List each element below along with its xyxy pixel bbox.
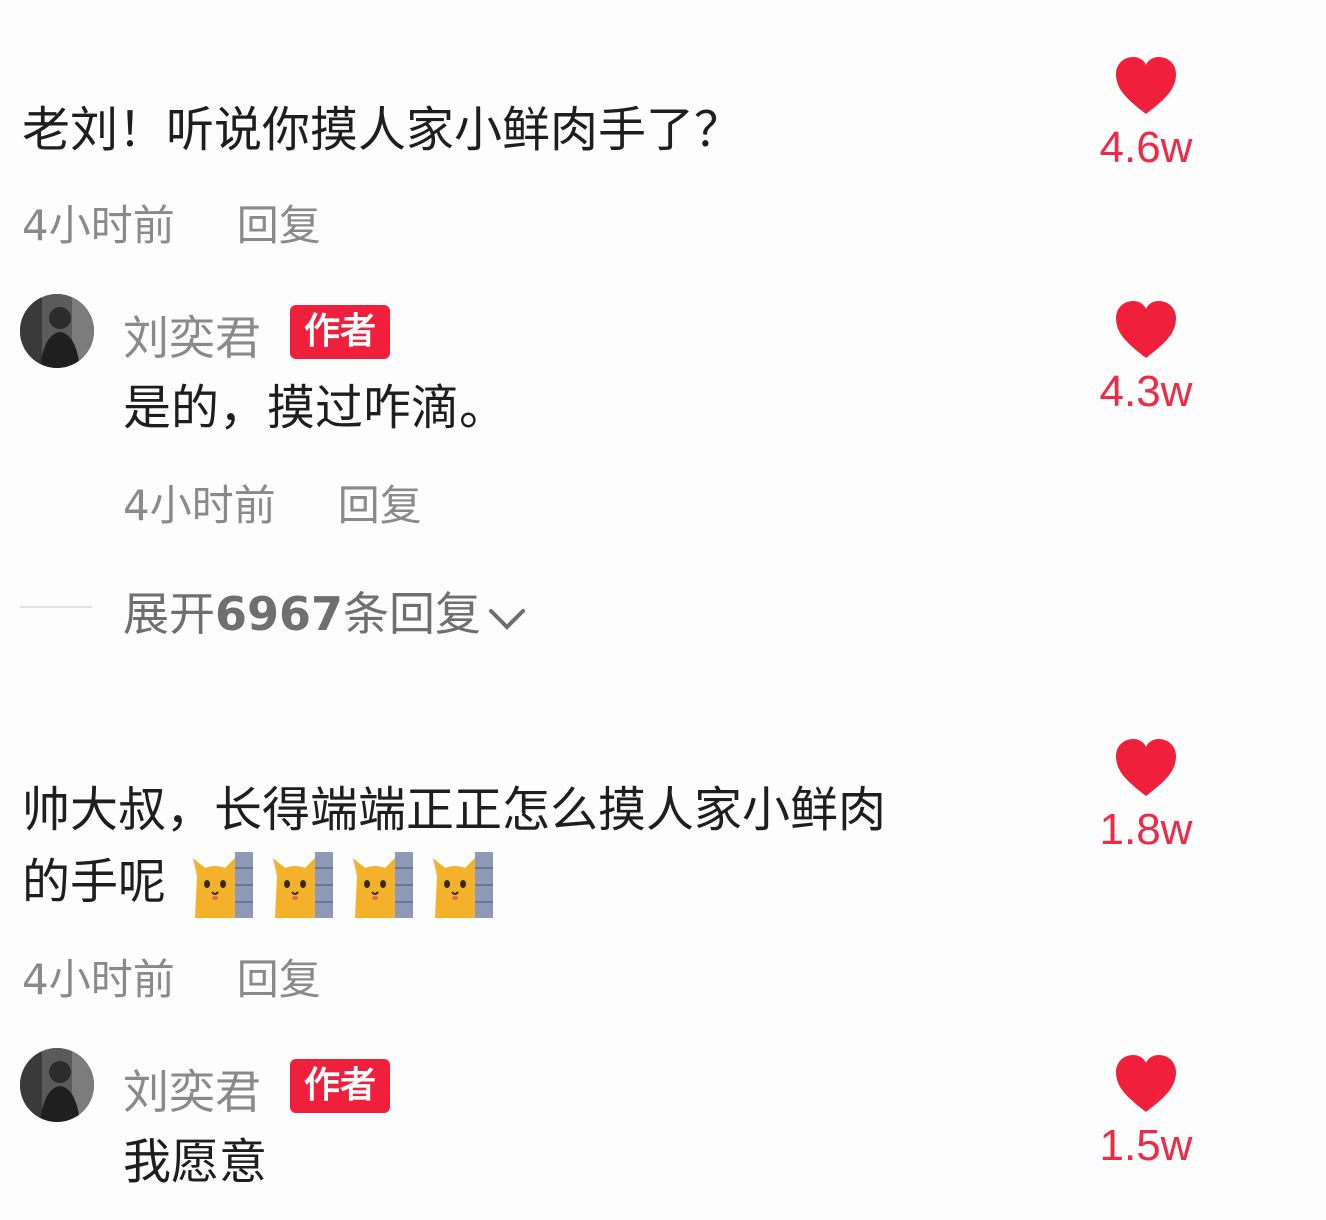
comment-meta: 4小时前 回复: [22, 946, 321, 1007]
avatar-image: [20, 1048, 94, 1122]
username[interactable]: 刘奕君: [123, 1056, 261, 1122]
peeking-cat-emoji: [351, 852, 413, 918]
comment-time: 4小时前: [22, 201, 175, 250]
reply-button[interactable]: 回复: [237, 955, 321, 1004]
like-button[interactable]: 4.3w: [1071, 300, 1221, 418]
reply-meta: 4小时前 回复: [123, 472, 422, 533]
reply-text: 是的，摸过咋滴。: [123, 380, 508, 436]
peeking-cat-emoji: [191, 852, 253, 918]
like-button[interactable]: 1.8w: [1071, 738, 1221, 856]
reply-time: 4小时前: [123, 481, 276, 530]
like-button[interactable]: 1.5w: [1071, 1054, 1221, 1172]
like-count: 4.6w: [1099, 123, 1193, 172]
comment-time: 4小时前: [22, 955, 175, 1004]
peeking-cat-emoji: [431, 852, 493, 918]
expand-replies-button[interactable]: 展开6967条回复: [123, 578, 527, 644]
chevron-down-icon: [489, 608, 526, 630]
peeking-cat-emoji: [271, 852, 333, 918]
comment-meta: 4小时前 回复: [22, 192, 321, 253]
expand-suffix: 条回复: [343, 587, 482, 641]
avatar-image: [20, 294, 94, 368]
author-badge: 作者: [290, 305, 391, 359]
heart-icon[interactable]: [1114, 300, 1178, 360]
like-button[interactable]: 4.6w: [1071, 56, 1221, 174]
avatar[interactable]: [20, 294, 94, 368]
reply-button[interactable]: 回复: [237, 201, 321, 250]
comment-text: 老刘！听说你摸人家小鲜肉手了？: [22, 102, 743, 158]
expand-count: 6967: [215, 587, 344, 641]
reply-text: 我愿意: [123, 1134, 268, 1190]
expand-prefix: 展开: [123, 587, 215, 641]
heart-icon[interactable]: [1114, 738, 1178, 798]
comment-text: 的手呢: [22, 854, 167, 910]
divider-line: [20, 606, 92, 608]
reply-button[interactable]: 回复: [338, 481, 422, 530]
heart-icon[interactable]: [1114, 1054, 1178, 1114]
like-count: 1.8w: [1099, 805, 1193, 854]
avatar[interactable]: [20, 1048, 94, 1122]
author-badge: 作者: [290, 1059, 391, 1113]
like-count: 1.5w: [1099, 1121, 1193, 1170]
comment-text-line-2: 的手呢: [22, 846, 511, 918]
heart-icon[interactable]: [1114, 56, 1178, 116]
username[interactable]: 刘奕君: [123, 302, 261, 368]
like-count: 4.3w: [1099, 367, 1193, 416]
comment-text-line-1: 帅大叔，长得端端正正怎么摸人家小鲜肉: [22, 782, 887, 838]
